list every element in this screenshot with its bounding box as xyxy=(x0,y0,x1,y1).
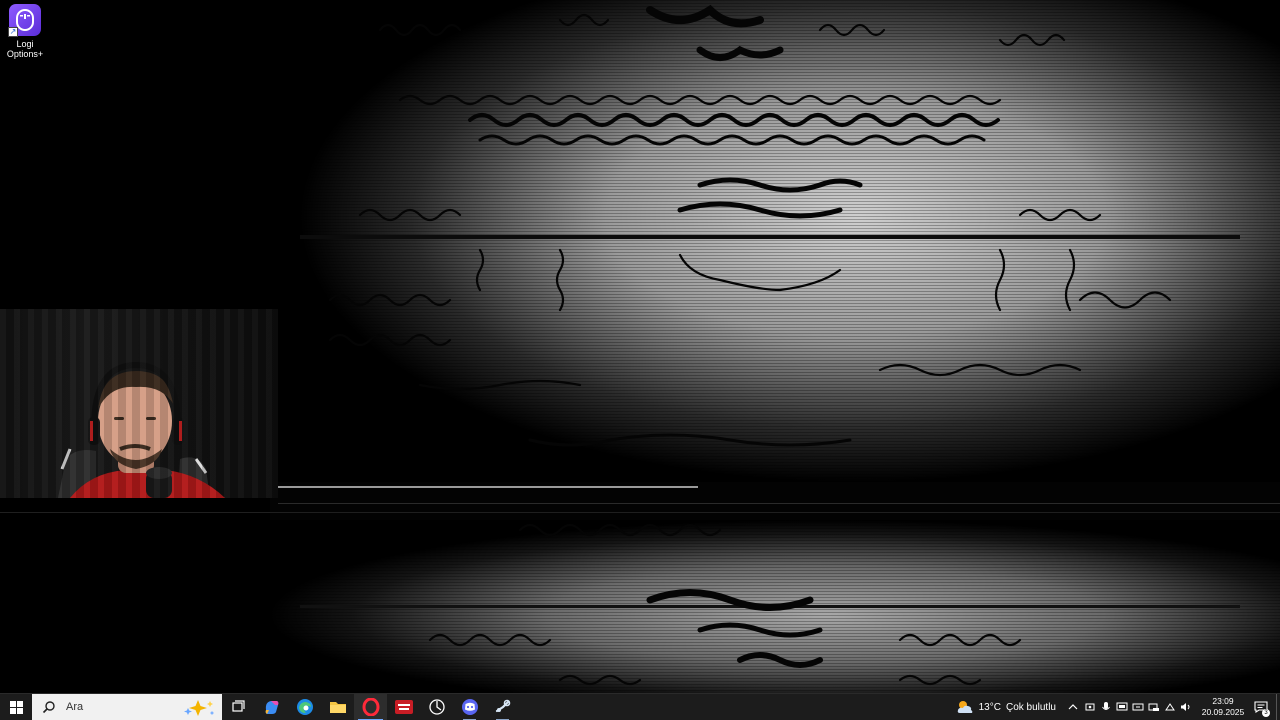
network-icon xyxy=(1148,703,1159,711)
discord-icon xyxy=(461,699,478,715)
weather-temperature: 13°C xyxy=(978,701,1001,713)
weather-condition: Çok bulutlu xyxy=(1005,701,1056,713)
opera-gx-icon xyxy=(362,698,379,716)
taskbar-clock[interactable]: 23:09 20.09.2025 xyxy=(1198,696,1248,718)
system-tray: 13°C Çok bulutlu 23:09 20.09.2025 3 xyxy=(950,693,1280,720)
search-highlight-sparkle-icon xyxy=(184,699,214,716)
start-button[interactable] xyxy=(0,694,32,720)
chatgpt-icon xyxy=(428,699,445,715)
cloud-sync-icon xyxy=(1132,703,1144,711)
display-button[interactable] xyxy=(1114,694,1130,720)
search-icon xyxy=(42,701,55,714)
taskbar: Ara 13°C Çok bulutlu 23:09 20.09.2025 3 xyxy=(0,693,1280,720)
show-hidden-icons-button[interactable] xyxy=(1064,694,1082,720)
microphone-button[interactable] xyxy=(1098,694,1114,720)
edge-icon xyxy=(296,699,313,715)
tray-app-button[interactable] xyxy=(1082,694,1098,720)
display-icon xyxy=(1116,702,1128,711)
file-explorer-icon xyxy=(329,702,346,713)
chevron-up-icon xyxy=(1068,704,1078,710)
desktop-icon-label: Logi Options+ xyxy=(6,39,44,59)
video-editor-icon xyxy=(394,700,413,714)
task-view-button[interactable] xyxy=(222,694,255,720)
discord-button[interactable] xyxy=(453,694,486,720)
battery-icon xyxy=(1165,703,1175,711)
video-editor-button[interactable] xyxy=(387,694,420,720)
notification-center-button[interactable]: 3 xyxy=(1248,694,1274,720)
volume-icon xyxy=(1181,703,1190,711)
file-explorer-button[interactable] xyxy=(321,694,354,720)
taskbar-search[interactable]: Ara xyxy=(32,693,222,720)
cloud-sync-button[interactable] xyxy=(1130,694,1146,720)
task-view-icon xyxy=(231,700,245,712)
weather-widget[interactable]: 13°C Çok bulutlu xyxy=(950,694,1064,720)
battery-button[interactable] xyxy=(1162,694,1178,720)
steam-button[interactable] xyxy=(486,694,519,720)
cloudy-sun-icon xyxy=(957,701,972,713)
chatgpt-button[interactable] xyxy=(420,694,453,720)
webcam-overlay xyxy=(0,309,278,498)
steam-icon xyxy=(495,699,510,713)
network-button[interactable] xyxy=(1146,694,1162,720)
microphone-icon xyxy=(1102,702,1110,710)
search-placeholder: Ara xyxy=(66,701,84,713)
tray-app-icon xyxy=(1085,703,1095,711)
logi-options-icon: ↗ xyxy=(8,4,41,37)
volume-button[interactable] xyxy=(1178,694,1194,720)
notification-count-badge: 3 xyxy=(1262,708,1270,717)
edge-button[interactable] xyxy=(288,694,321,720)
copilot-icon xyxy=(265,701,278,714)
clock-time: 23:09 xyxy=(1212,696,1234,706)
desktop-icon-logi-options[interactable]: ↗ Logi Options+ xyxy=(2,4,48,62)
windows-logo-icon xyxy=(9,700,23,714)
show-desktop-button[interactable] xyxy=(1276,693,1280,720)
shortcut-arrow-icon: ↗ xyxy=(8,27,18,37)
clock-date: 20.09.2025 xyxy=(1201,707,1245,717)
opera-gx-button[interactable] xyxy=(354,693,387,720)
desktop: ↗ Logi Options+ xyxy=(0,0,1280,693)
copilot-button[interactable] xyxy=(255,694,288,720)
